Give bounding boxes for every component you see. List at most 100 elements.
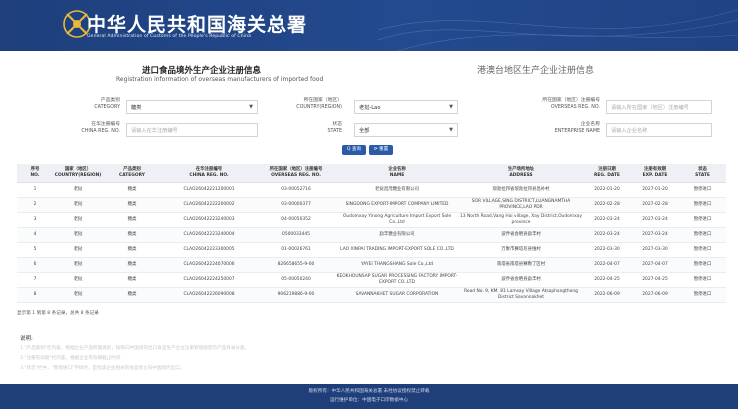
tab-overseas-subtitle: Registration information of overseas man…	[116, 76, 324, 83]
note-item: 1."产品类别"栏内容，根据企业产品所属类别，按照向中国境内出口食品生产企业注册…	[20, 346, 250, 351]
column-header: 状态 STATE	[679, 164, 726, 183]
table-row[interactable]: 8 老挝 糖类 CLAO26042226090008 906219886-9-00 SAV…	[17, 287, 726, 303]
table-cell: 老挝	[53, 272, 103, 288]
column-header: 生产场所地址 ADDRESS	[459, 164, 583, 183]
table-cell: 糖类	[103, 257, 161, 273]
table-cell: 老挝	[53, 227, 103, 243]
table-cell: 2027-01-20	[631, 182, 679, 198]
table-cell: 老挝	[53, 242, 103, 258]
country-label: 所在国家（地区） COUNTRY(REGION)	[296, 98, 342, 110]
note-item: 3."状态"栏中，"暂停进口"字样时，是指该企业相关的食品停止向中国境内出口。	[20, 366, 185, 371]
results-table: 序号 NO. 国家（地区） COUNTRY(REGION) 产品类别 CATEGORY 在华…	[17, 164, 726, 303]
table-row[interactable]: 4 老挝 糖类 CLAO26042223240004 0500033445 勐丰糖业有限公…	[17, 227, 726, 243]
table-cell: 暂停进口	[679, 182, 726, 198]
table-cell: 0500033445	[257, 227, 335, 243]
table-cell: YAYEI THANGSHANG Sole Co.,Ltd	[335, 257, 459, 273]
table-cell: 糖类	[103, 182, 161, 198]
table-cell: 暂停进口	[679, 257, 726, 273]
table-cell: CLAO26042223300005	[161, 242, 257, 258]
table-cell: SINGDONG EXPORT-IMPORT COMPANY LIMITED	[335, 197, 459, 213]
table-cell: SOR VILLAGE,SING DISTRICT,LUANGNAMTHA PR…	[459, 197, 583, 213]
table-cell: 906219886-9-00	[257, 287, 335, 303]
table-cell: CLAO26042224070006	[161, 257, 257, 273]
table-summary: 显示第 1 到第 8 条记录，总共 8 条记录	[17, 311, 99, 316]
table-cell: 暂停进口	[679, 197, 726, 213]
table-row[interactable]: 7 老挝 糖类 CLAO26042224250007 05-00050240 KEOKHO…	[17, 272, 726, 288]
table-cell: 2022-03-30	[583, 242, 631, 258]
table-cell: 波乔省会晒县勐丰村	[459, 227, 583, 243]
chevron-down-icon: ▼	[249, 104, 253, 110]
table-cell: 糖类	[103, 212, 161, 228]
table-cell: SAVANNAKHET SUGAR CORPORATION	[335, 287, 459, 303]
table-cell: 2022-03-24	[583, 227, 631, 243]
site-header: 中华人民共和国海关总署 General Administration of Cu…	[0, 0, 738, 51]
table-header-row: 序号 NO. 国家（地区） COUNTRY(REGION) 产品类别 CATEGORY 在华…	[17, 164, 726, 183]
site-footer: 版权所有：中华人民共和国海关总署 未经协议授权禁止转载 运行维护单位：中国电子口…	[0, 384, 738, 409]
chevron-down-icon: ▼	[449, 104, 453, 110]
site-subtitle: General Administration of Customs of the…	[87, 34, 252, 39]
table-cell: 826658655-9-00	[257, 257, 335, 273]
column-header: 在华注册编号 CHINA REG. NO.	[161, 164, 257, 183]
overseas-reg-input[interactable]: 请输入所在国家（地区）注册编号	[606, 100, 712, 114]
enterprise-name-input[interactable]: 请输入企业名称	[606, 123, 712, 137]
table-cell: 2027-04-07	[631, 257, 679, 273]
footer-maintainer: 运行维护单位：中国电子口岸数据中心	[329, 398, 409, 403]
table-cell: 5	[17, 242, 53, 258]
table-cell: 4	[17, 227, 53, 243]
table-cell: 老挝	[53, 257, 103, 273]
table-cell: KEOKHOUNSAP SUGAR PROCESSING FACTORY IMP…	[335, 272, 459, 288]
table-row[interactable]: 3 老挝 糖类 CLAO26042223240003 04-00050352 Oudomx…	[17, 212, 726, 228]
table-cell: 05-00050240	[257, 272, 335, 288]
table-cell: 万象市赛塔尼县维村	[459, 242, 583, 258]
reset-button[interactable]: ⟳ 重置	[369, 145, 393, 155]
column-header: 产品类别 CATEGORY	[103, 164, 161, 183]
header-decoration	[378, 9, 738, 51]
table-cell: 糖类	[103, 272, 161, 288]
table-row[interactable]: 1 老挝 糖类 CLAO26042221200001 03-00052716 老挝昌茂糖业…	[17, 182, 726, 198]
table-cell: CLAO26042226090008	[161, 287, 257, 303]
table-cell: 暂停进口	[679, 242, 726, 258]
table-cell: 暂停进口	[679, 212, 726, 228]
table-row[interactable]: 6 老挝 糖类 CLAO26042224070006 826658655-9-00 YAY…	[17, 257, 726, 273]
tab-overseas-title[interactable]: 进口食品境外生产企业注册信息	[142, 64, 261, 76]
table-row[interactable]: 5 老挝 糖类 CLAO26042223300005 01-00026761 LAO XI…	[17, 242, 726, 258]
column-header: 注册有效期 EXP. DATE	[631, 164, 679, 183]
table-cell: 2027-06-09	[631, 287, 679, 303]
note-item: 2."注册有效期"栏内容，根据企业有效期截止时间	[20, 356, 121, 361]
table-cell: 暂停进口	[679, 227, 726, 243]
site-title: 中华人民共和国海关总署	[87, 14, 308, 36]
table-cell: 8	[17, 287, 53, 303]
table-cell: 04-00050352	[257, 212, 335, 228]
table-row[interactable]: 2 老挝 糖类 CLAO26042222200002 03-00000377 SINGDO…	[17, 197, 726, 213]
table-cell: 波乔省会晒县勐丰村	[459, 272, 583, 288]
category-label: 产品类别 CATEGORY	[94, 98, 120, 110]
footer-copyright: 版权所有：中华人民共和国海关总署 未经协议授权禁止转载	[308, 389, 430, 394]
table-cell: 13 North Road,Vang Hai village, Xay Dist…	[459, 212, 583, 228]
table-cell: 2022-06-09	[583, 287, 631, 303]
table-cell: 2022-02-28	[583, 197, 631, 213]
tab-hkmotw[interactable]: 港澳台地区生产企业注册信息	[477, 63, 594, 76]
table-cell: 老挝	[53, 212, 103, 228]
table-cell: 2022-01-20	[583, 182, 631, 198]
search-button[interactable]: Q 查询	[342, 145, 366, 155]
column-header: 企业名称 NAME	[335, 164, 459, 183]
table-cell: 2027-04-25	[631, 272, 679, 288]
category-select[interactable]: 糖类 ▼	[126, 100, 258, 114]
table-cell: 6	[17, 257, 53, 273]
china-reg-input[interactable]: 请输入在华注册编号	[126, 123, 258, 137]
state-select[interactable]: 全部 ▼	[354, 123, 458, 137]
table-cell: 2027-03-24	[631, 227, 679, 243]
table-cell: 03-00000377	[257, 197, 335, 213]
table-cell: 03-00052716	[257, 182, 335, 198]
enterprise-name-label: 企业名称 ENTERPRISE NAME	[554, 122, 600, 134]
table-cell: 糖类	[103, 242, 161, 258]
table-cell: 琅勃拉邦省琅勃拉邦县昌补村	[459, 182, 583, 198]
table-cell: CLAO26042223240003	[161, 212, 257, 228]
table-cell: 2022-04-25	[583, 272, 631, 288]
overseas-reg-label: 所在国家（地区）注册编号 OVERSEAS REG. NO.	[542, 98, 600, 110]
table-cell: 糖类	[103, 197, 161, 213]
country-select[interactable]: 老挝-Lao ▼	[354, 100, 458, 114]
table-cell: 01-00026761	[257, 242, 335, 258]
state-label: 状态 STATE	[327, 122, 342, 134]
column-header: 国家（地区） COUNTRY(REGION)	[53, 164, 103, 183]
